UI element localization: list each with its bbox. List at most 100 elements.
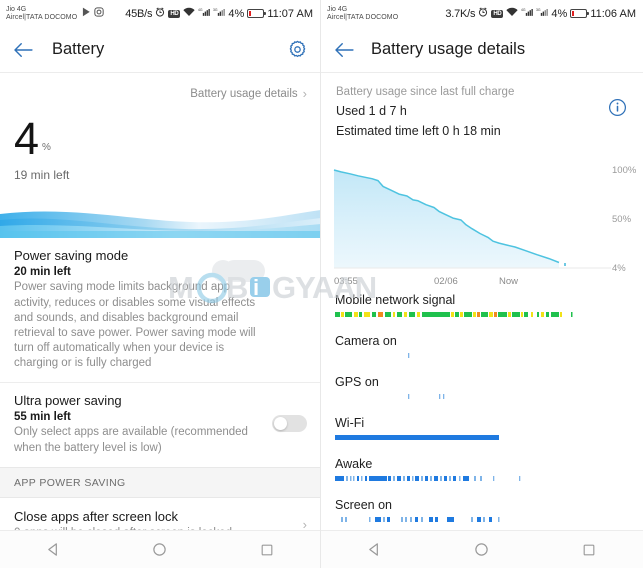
- power-saving-time-left: 20 min left: [14, 266, 71, 279]
- chart-y-ticks: 100% 50% 4%: [612, 165, 637, 274]
- android-nav-bar-right: [321, 530, 643, 568]
- alarm-icon: [155, 7, 165, 20]
- usage-estimated-time: Estimated time left 0 h 18 min: [336, 124, 501, 138]
- home-circle-icon[interactable]: [462, 542, 502, 557]
- battery-percent-status: 4%: [228, 7, 245, 20]
- section-header-app-power-saving: APP POWER SAVING: [0, 466, 320, 498]
- signal-sim2-icon: 3G: [213, 7, 226, 20]
- ultra-power-saving-row[interactable]: Ultra power saving 55 min left Only sele…: [0, 382, 320, 466]
- battery-level-chart: 100% 50% 4% 03:55 02/06 Now: [321, 148, 643, 288]
- status-bar-right: Jio 4G Aircel|TATA DOCOMO 3.7K/s HD 4G 3…: [321, 0, 643, 27]
- svg-text:50%: 50%: [612, 214, 632, 225]
- svg-text:Now: Now: [499, 276, 518, 287]
- signal-sim2-icon: 3G: [536, 7, 549, 20]
- app-bar-battery: Battery: [0, 27, 320, 73]
- power-saving-mode-row[interactable]: Power saving mode 20 min left Power savi…: [0, 238, 320, 382]
- usage-row-camera-on: Camera on: [321, 331, 643, 358]
- ultra-power-saving-time-left: 55 min left: [14, 411, 71, 424]
- usage-row-mobile-network-signal: Mobile network signal: [321, 290, 643, 317]
- gear-icon[interactable]: [288, 40, 307, 59]
- recents-square-icon[interactable]: [247, 543, 287, 557]
- battery-settings-list: Power saving mode 20 min left Power savi…: [0, 238, 320, 568]
- usage-since-label: Battery usage since last full charge: [336, 86, 515, 98]
- battery-percent-status: 4%: [551, 7, 568, 20]
- awake-bar: [335, 476, 627, 481]
- usage-row-gps-on: GPS on: [321, 372, 643, 399]
- back-arrow-icon[interactable]: [334, 42, 354, 58]
- svg-text:3G: 3G: [536, 8, 541, 12]
- svg-text:03:55: 03:55: [334, 276, 358, 287]
- android-nav-bar-left: [0, 530, 320, 568]
- wifi-bar: [335, 435, 627, 440]
- usage-row-label: Screen on: [335, 498, 392, 512]
- ultra-power-saving-toggle[interactable]: [272, 415, 307, 433]
- svg-text:100%: 100%: [612, 165, 637, 176]
- usage-row-label: Awake: [335, 457, 373, 471]
- usage-row-label: Wi-Fi: [335, 416, 365, 430]
- notification-icons: [82, 7, 104, 20]
- info-icon[interactable]: [608, 98, 627, 122]
- usage-link-label: Battery usage details: [190, 87, 298, 100]
- carrier-info: Jio 4G Aircel|TATA DOCOMO: [6, 6, 77, 21]
- usage-row-label: Camera on: [335, 334, 397, 348]
- usage-row-screen-on: Screen on: [321, 495, 643, 522]
- recents-square-icon[interactable]: [569, 543, 609, 557]
- app-bar-usage-details: Battery usage details: [321, 27, 643, 73]
- svg-text:4G: 4G: [521, 8, 526, 12]
- power-saving-description: Power saving mode limits background app …: [14, 281, 256, 370]
- usage-summary: Battery usage since last full charge Use…: [321, 73, 643, 148]
- page-title: Battery usage details: [371, 40, 526, 58]
- battery-icon: [247, 9, 267, 18]
- screen-on-bar: [335, 517, 627, 522]
- carrier-line-1: Jio 4G: [327, 6, 348, 14]
- alarm-icon: [478, 7, 488, 20]
- page-title: Battery: [52, 40, 105, 58]
- usage-row-label: GPS on: [335, 375, 379, 389]
- network-speed: 45B/s: [125, 7, 153, 20]
- chart-x-ticks: 03:55 02/06 Now: [334, 276, 518, 287]
- clock: 11:06 AM: [590, 7, 636, 20]
- percent-sign: %: [42, 142, 51, 154]
- battery-percent-value: 4: [14, 113, 39, 164]
- svg-text:02/06: 02/06: [434, 276, 458, 287]
- usage-row-label: Mobile network signal: [335, 293, 456, 307]
- signal-sim1-icon: 4G: [521, 7, 534, 20]
- instagram-icon: [94, 7, 104, 20]
- status-indicators-right: 3.7K/s HD 4G 3G 4% 11:06 AM: [445, 7, 636, 20]
- svg-text:3G: 3G: [213, 8, 218, 12]
- battery-level-display: 4 % 19 min left: [0, 112, 320, 183]
- play-store-icon: [82, 7, 91, 20]
- usage-timeline-rows: Mobile network signal Camera on GPS on W…: [321, 288, 643, 563]
- carrier-line-1: Jio 4G: [6, 6, 27, 14]
- clock: 11:07 AM: [267, 7, 313, 20]
- battery-usage-details-screen: Jio 4G Aircel|TATA DOCOMO 3.7K/s HD 4G 3…: [321, 0, 643, 568]
- usage-used-time: Used 1 d 7 h: [336, 104, 407, 118]
- home-circle-icon[interactable]: [140, 542, 180, 557]
- back-triangle-icon[interactable]: [33, 542, 73, 557]
- usage-row-awake: Awake: [321, 454, 643, 481]
- camera-on-bar: [335, 353, 627, 358]
- back-arrow-icon[interactable]: [13, 42, 33, 58]
- chart-area: [333, 169, 611, 269]
- status-bar-left: Jio 4G Aircel|TATA DOCOMO 45B/s HD 4G 3G…: [0, 0, 320, 27]
- chevron-right-icon: ›: [302, 86, 307, 101]
- signal-strength-bar: [335, 312, 627, 317]
- signal-sim1-icon: 4G: [198, 7, 211, 20]
- usage-row-wifi: Wi-Fi: [321, 413, 643, 440]
- battery-wave-graphic: [0, 198, 320, 239]
- back-triangle-icon[interactable]: [355, 542, 395, 557]
- wifi-icon: [183, 7, 196, 20]
- battery-icon: [570, 9, 590, 18]
- gps-on-bar: [335, 394, 627, 399]
- hd-voice-icon: HD: [491, 9, 504, 18]
- carrier-line-2: Aircel|TATA DOCOMO: [6, 13, 78, 21]
- ultra-power-saving-description: Only select apps are available (recommen…: [14, 426, 248, 454]
- network-speed: 3.7K/s: [445, 7, 476, 20]
- close-apps-title: Close apps after screen lock: [14, 508, 179, 524]
- status-indicators-left: 45B/s HD 4G 3G 4% 11:07 AM: [125, 7, 313, 20]
- carrier-line-2: Aircel|TATA DOCOMO: [327, 13, 399, 21]
- svg-text:4%: 4%: [612, 263, 626, 274]
- battery-usage-details-link[interactable]: Battery usage details ›: [0, 73, 320, 112]
- wifi-icon: [506, 7, 519, 20]
- battery-screen: Jio 4G Aircel|TATA DOCOMO 45B/s HD 4G 3G…: [0, 0, 321, 568]
